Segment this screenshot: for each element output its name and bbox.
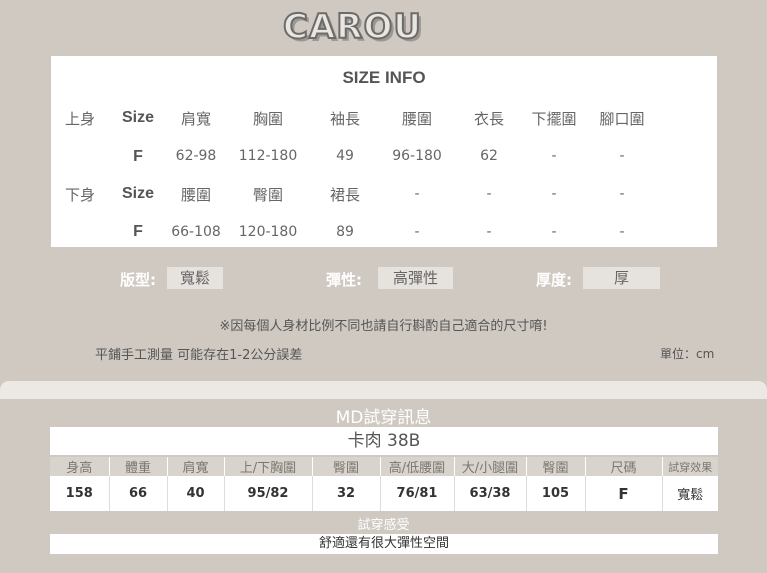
md-header: 肩寬	[167, 457, 225, 476]
md-value: 95/82	[224, 476, 313, 511]
upper-header: 肩寬	[180, 110, 211, 128]
model-bar: 卡肉 38B	[50, 427, 718, 455]
md-value: 63/38	[454, 476, 527, 511]
feel-value: 舒適還有很大彈性空間	[318, 536, 449, 551]
lower-value: 120-180	[238, 224, 298, 240]
fit-value: 寬鬆	[167, 267, 223, 289]
lower-header: -	[486, 186, 492, 202]
lower-value: -	[551, 224, 557, 240]
upper-value: 62	[480, 148, 498, 164]
brand-logo: CAROU	[282, 6, 422, 48]
upper-size-label: Size	[121, 109, 154, 126]
md-value: 寬鬆	[662, 476, 718, 511]
upper-header: 衣長	[473, 110, 504, 128]
lower-header: 腰圍	[180, 186, 211, 204]
lower-value: -	[414, 224, 420, 240]
upper-header: 胸圍	[252, 110, 283, 128]
elastic-label: 彈性:	[326, 271, 362, 289]
elastic-value: 高彈性	[378, 267, 453, 289]
fit-label: 版型:	[120, 271, 156, 289]
feel-label: 試穿感受	[357, 518, 410, 533]
md-header: 臀圍	[312, 457, 381, 476]
lower-size-label: Size	[121, 185, 154, 202]
md-header-row: 身高 體重 肩寬 上/下胸圍 臀圍 高/低腰圍 大/小腿圍 臀圍 尺碼 試穿效果	[50, 457, 718, 476]
md-header: 體重	[109, 457, 168, 476]
upper-value: -	[619, 148, 625, 164]
size-info-panel: SIZE INFO 上身 Size 肩寬 胸圍 袖長 腰圍 衣長 下擺圍 腳口圍…	[51, 56, 717, 247]
thickness-label: 厚度:	[536, 271, 572, 289]
md-header: 試穿效果	[662, 457, 718, 476]
md-value: 32	[312, 476, 381, 511]
md-value: 76/81	[380, 476, 455, 511]
lower-section-label: 下身	[64, 186, 95, 204]
md-header: 大/小腿圍	[454, 457, 527, 476]
md-value: F	[585, 476, 663, 511]
upper-size-value: F	[133, 148, 143, 165]
upper-value: 96-180	[392, 148, 442, 164]
upper-value: -	[551, 148, 557, 164]
upper-header: 下擺圍	[531, 110, 577, 128]
upper-value: 62-98	[175, 148, 217, 164]
unit-note: 單位：cm	[660, 347, 715, 361]
lower-value: 66-108	[171, 224, 221, 240]
measure-note: 平鋪手工測量 可能存在1-2公分誤差	[95, 348, 303, 363]
md-header: 臀圍	[526, 457, 586, 476]
thickness-value: 厚	[583, 267, 660, 289]
upper-header: 腳口圍	[599, 110, 645, 128]
md-measure-table: 身高 體重 肩寬 上/下胸圍 臀圍 高/低腰圍 大/小腿圍 臀圍 尺碼 試穿效果…	[50, 457, 718, 511]
md-header: 尺碼	[585, 457, 663, 476]
section-divider	[0, 381, 767, 399]
md-header: 上/下胸圍	[224, 457, 313, 476]
lower-header: 臀圍	[252, 186, 283, 204]
md-value: 105	[526, 476, 586, 511]
md-value: 40	[167, 476, 225, 511]
lower-header: -	[414, 186, 420, 202]
md-value: 158	[50, 476, 110, 511]
upper-value: 112-180	[238, 148, 298, 164]
upper-header: 腰圍	[401, 110, 432, 128]
model-name: 卡肉 38B	[347, 431, 421, 451]
feel-bar: 舒適還有很大彈性空間	[50, 534, 718, 554]
md-title: MD試穿訊息	[335, 408, 432, 428]
upper-value: 49	[336, 148, 354, 164]
lower-header: -	[551, 186, 557, 202]
disclaimer-note: ※因每個人身材比例不同也請自行斟酌自己適合的尺寸唷!	[219, 319, 548, 334]
lower-header: -	[619, 186, 625, 202]
md-value: 66	[109, 476, 168, 511]
md-header: 高/低腰圍	[380, 457, 455, 476]
lower-value: 89	[336, 224, 354, 240]
size-info-title: SIZE INFO	[342, 68, 426, 87]
md-value-row: 158 66 40 95/82 32 76/81 63/38 105 F 寬鬆	[50, 476, 718, 511]
lower-value: -	[619, 224, 625, 240]
lower-value: -	[486, 224, 492, 240]
lower-size-value: F	[133, 223, 143, 240]
md-header: 身高	[50, 457, 110, 476]
upper-section-label: 上身	[64, 110, 95, 128]
upper-header: 袖長	[329, 110, 360, 128]
lower-header: 裙長	[329, 186, 360, 204]
